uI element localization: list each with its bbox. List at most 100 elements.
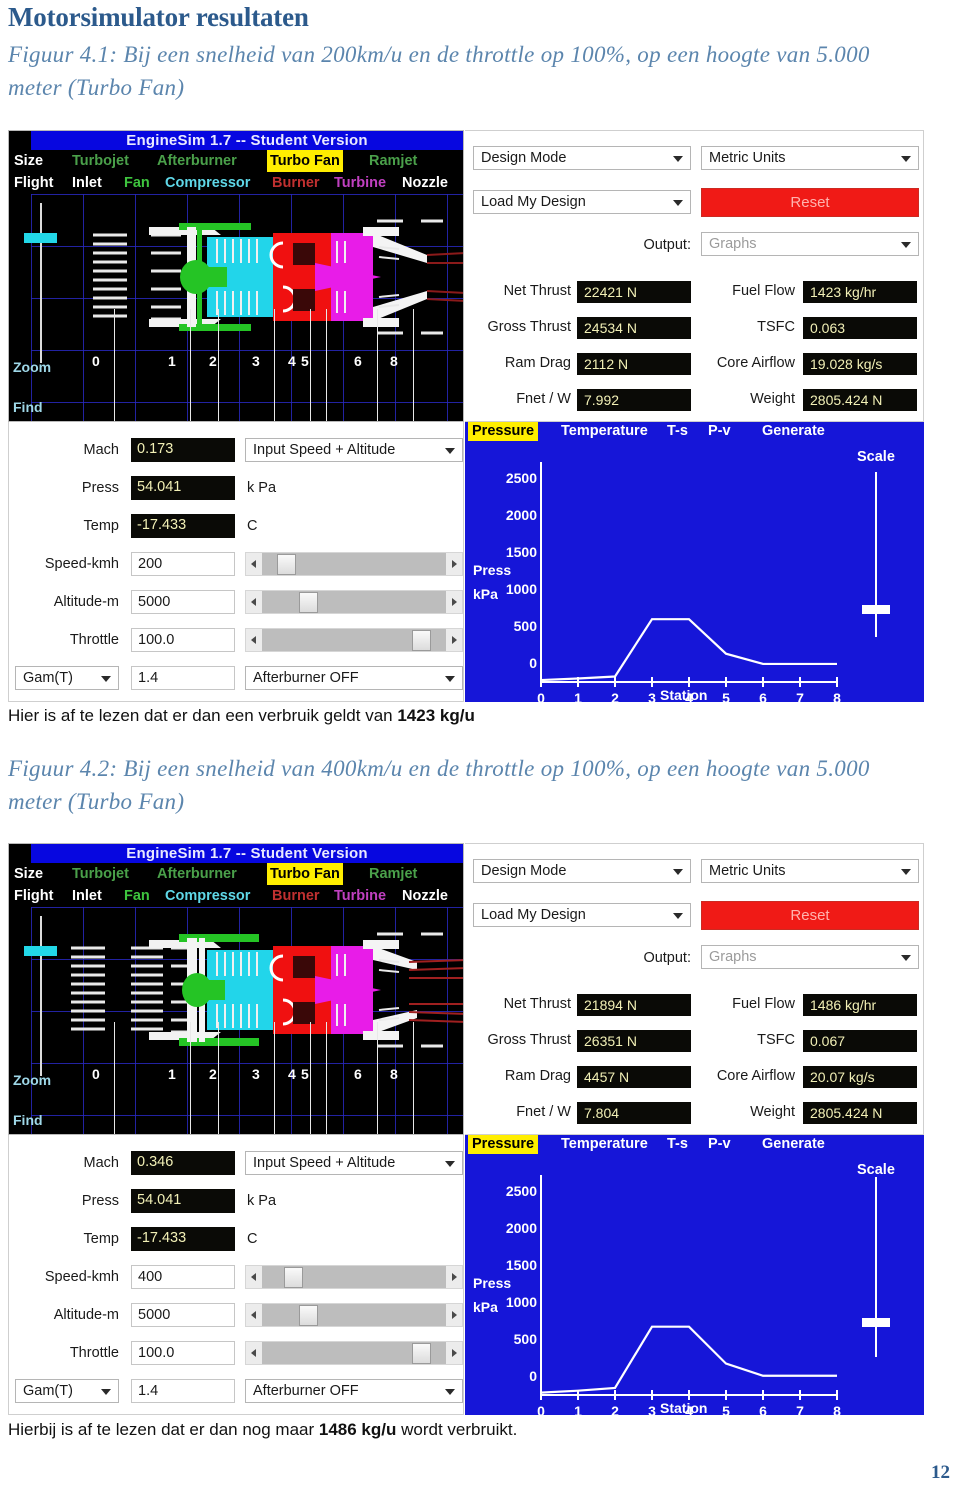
- graph-tab-pv-1[interactable]: P-v: [708, 422, 731, 441]
- chevron-down-icon: [901, 242, 911, 248]
- menu-fan-1[interactable]: Fan: [124, 172, 150, 194]
- throttle-slider-left-arrow-1[interactable]: [246, 629, 262, 651]
- load-design-select-2[interactable]: Load My Design: [473, 903, 691, 927]
- station-num-5-2: 5: [301, 1066, 309, 1082]
- speed-slider-left-arrow-1[interactable]: [246, 553, 262, 575]
- find-label-2[interactable]: Find: [13, 1112, 43, 1128]
- menu-afterburner-1[interactable]: Afterburner: [157, 150, 237, 172]
- graph-tab-pressure-2[interactable]: Pressure: [468, 1135, 539, 1154]
- scale-slider-thumb-1[interactable]: [862, 605, 890, 614]
- speed-slider-right-arrow-2[interactable]: [446, 1266, 462, 1288]
- gam-value-2[interactable]: 1.4: [131, 1379, 235, 1403]
- speed-slider-thumb-1[interactable]: [277, 554, 297, 575]
- speed-slider-left-arrow-2[interactable]: [246, 1266, 262, 1288]
- output-label-1: Output:: [643, 237, 691, 253]
- reset-button-2[interactable]: Reset: [701, 901, 919, 930]
- altitude-slider-thumb-2[interactable]: [298, 1305, 318, 1326]
- input-mode-select-2[interactable]: Input Speed + Altitude: [245, 1151, 463, 1175]
- throttle-slider-thumb-1[interactable]: [412, 630, 432, 651]
- graph-tab-pressure-1[interactable]: Pressure: [468, 422, 539, 441]
- graph-tab-generate-2[interactable]: Generate: [762, 1135, 825, 1154]
- altitude-value-2[interactable]: 5000: [131, 1303, 235, 1327]
- speed-slider-2[interactable]: [245, 1265, 463, 1289]
- inputs-panel-1: Mach 0.173 Input Speed + Altitude Press …: [8, 422, 464, 702]
- units-select-2[interactable]: Metric Units: [701, 859, 919, 883]
- altitude-slider-1[interactable]: [245, 590, 463, 614]
- afterburner-select-2[interactable]: Afterburner OFF: [245, 1379, 463, 1403]
- altitude-value-1[interactable]: 5000: [131, 590, 235, 614]
- output-select-1[interactable]: Graphs: [701, 232, 919, 256]
- design-mode-select-1[interactable]: Design Mode: [473, 146, 691, 170]
- altitude-slider-right-arrow-2[interactable]: [446, 1304, 462, 1326]
- speed-value-2[interactable]: 400: [131, 1265, 235, 1289]
- graph-tab-temperature-1[interactable]: Temperature: [561, 422, 648, 441]
- graph-tab-temperature-2[interactable]: Temperature: [561, 1135, 648, 1154]
- sim-title-bar-2: EngineSim 1.7 -- Student Version: [31, 844, 463, 863]
- altitude-slider-trough-1[interactable]: [262, 591, 446, 613]
- menu-ramjet-1[interactable]: Ramjet: [369, 150, 417, 172]
- throttle-value-1[interactable]: 100.0: [131, 628, 235, 652]
- speed-slider-1[interactable]: [245, 552, 463, 576]
- throttle-slider-right-arrow-1[interactable]: [446, 629, 462, 651]
- menu-turbine-2[interactable]: Turbine: [334, 885, 386, 907]
- graph-tab-generate-1[interactable]: Generate: [762, 422, 825, 441]
- menu-size-1[interactable]: Size: [14, 150, 43, 172]
- speed-slider-right-arrow-1[interactable]: [446, 553, 462, 575]
- menu-turbine-1[interactable]: Turbine: [334, 172, 386, 194]
- throttle-slider-right-arrow-2[interactable]: [446, 1342, 462, 1364]
- altitude-slider-thumb-1[interactable]: [298, 592, 318, 613]
- scale-slider-track-2[interactable]: [875, 1177, 877, 1357]
- design-mode-select-2[interactable]: Design Mode: [473, 859, 691, 883]
- throttle-slider-thumb-2[interactable]: [412, 1343, 432, 1364]
- chevron-down-icon: [673, 869, 683, 875]
- altitude-slider-left-arrow-1[interactable]: [246, 591, 262, 613]
- menu-turbofan-1[interactable]: Turbo Fan: [267, 150, 343, 172]
- gam-select-1[interactable]: Gam(T): [15, 666, 119, 690]
- design-mode-value-2: Design Mode: [481, 863, 567, 879]
- menu-inlet-2[interactable]: Inlet: [72, 885, 102, 907]
- menu-size-2[interactable]: Size: [14, 863, 43, 885]
- menu-inlet-1[interactable]: Inlet: [72, 172, 102, 194]
- throttle-slider-2[interactable]: [245, 1341, 463, 1365]
- chevron-down-icon: [901, 156, 911, 162]
- menu-turbojet-1[interactable]: Turbojet: [72, 150, 129, 172]
- reset-button-1[interactable]: Reset: [701, 188, 919, 217]
- gam-select-2[interactable]: Gam(T): [15, 1379, 119, 1403]
- throttle-slider-left-arrow-2[interactable]: [246, 1342, 262, 1364]
- throttle-slider-1[interactable]: [245, 628, 463, 652]
- altitude-slider-left-arrow-2[interactable]: [246, 1304, 262, 1326]
- menu-burner-1[interactable]: Burner: [272, 172, 320, 194]
- speed-slider-thumb-2[interactable]: [283, 1267, 303, 1288]
- altitude-slider-right-arrow-1[interactable]: [446, 591, 462, 613]
- menu-fan-2[interactable]: Fan: [124, 885, 150, 907]
- menu-burner-2[interactable]: Burner: [272, 885, 320, 907]
- menu-flight-2[interactable]: Flight: [14, 885, 53, 907]
- afterburner-select-1[interactable]: Afterburner OFF: [245, 666, 463, 690]
- find-label-1[interactable]: Find: [13, 399, 43, 415]
- input-mode-select-1[interactable]: Input Speed + Altitude: [245, 438, 463, 462]
- units-select-1[interactable]: Metric Units: [701, 146, 919, 170]
- altitude-slider-2[interactable]: [245, 1303, 463, 1327]
- menu-ramjet-2[interactable]: Ramjet: [369, 863, 417, 885]
- speed-value-1[interactable]: 200: [131, 552, 235, 576]
- menu-afterburner-2[interactable]: Afterburner: [157, 863, 237, 885]
- output-select-2[interactable]: Graphs: [701, 945, 919, 969]
- svg-text:6: 6: [759, 1403, 767, 1415]
- gam-value-1[interactable]: 1.4: [131, 666, 235, 690]
- graph-tab-ts-1[interactable]: T-s: [667, 422, 688, 441]
- menu-compressor-2[interactable]: Compressor: [165, 885, 250, 907]
- menu-flight-1[interactable]: Flight: [14, 172, 53, 194]
- menu-compressor-1[interactable]: Compressor: [165, 172, 250, 194]
- menu-turbojet-2[interactable]: Turbojet: [72, 863, 129, 885]
- altitude-slider-trough-2[interactable]: [262, 1304, 446, 1326]
- throttle-value-2[interactable]: 100.0: [131, 1341, 235, 1365]
- enginesim-screenshot-1: EngineSim 1.7 -- Student Version Size Tu…: [8, 130, 924, 702]
- graph-tab-ts-2[interactable]: T-s: [667, 1135, 688, 1154]
- output-value-1: Graphs: [709, 236, 757, 252]
- menu-nozzle-2[interactable]: Nozzle: [402, 885, 448, 907]
- scale-slider-thumb-2[interactable]: [862, 1318, 890, 1327]
- menu-nozzle-1[interactable]: Nozzle: [402, 172, 448, 194]
- menu-turbofan-2[interactable]: Turbo Fan: [267, 863, 343, 885]
- load-design-select-1[interactable]: Load My Design: [473, 190, 691, 214]
- graph-tab-pv-2[interactable]: P-v: [708, 1135, 731, 1154]
